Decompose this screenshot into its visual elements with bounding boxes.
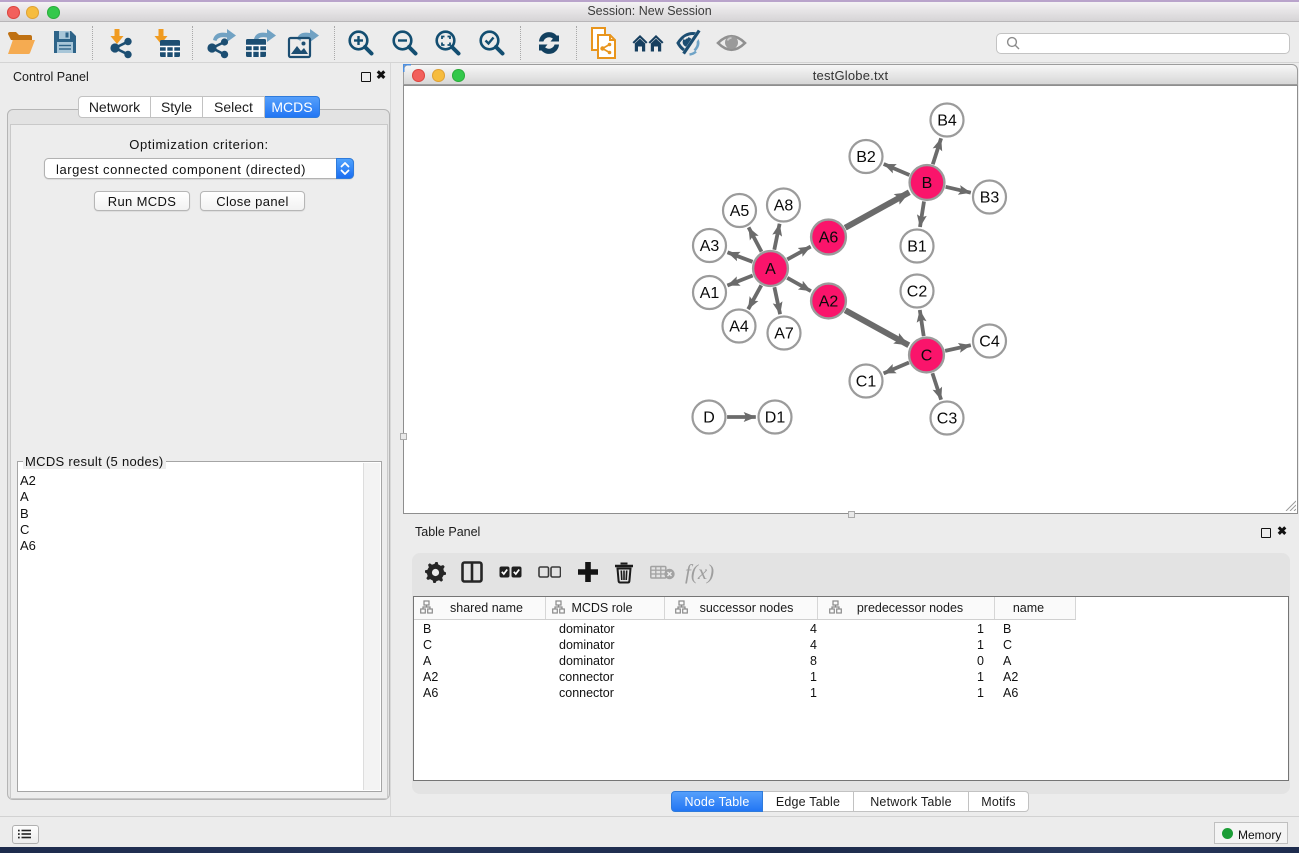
svg-text:C3: C3 bbox=[937, 410, 958, 427]
svg-text:C2: C2 bbox=[907, 283, 928, 300]
svg-text:D1: D1 bbox=[765, 409, 786, 426]
svg-text:B3: B3 bbox=[980, 189, 1000, 206]
svg-text:B4: B4 bbox=[937, 112, 957, 129]
svg-text:A2: A2 bbox=[819, 293, 839, 310]
svg-text:A: A bbox=[765, 261, 776, 278]
svg-text:C4: C4 bbox=[979, 333, 1000, 350]
svg-text:B1: B1 bbox=[907, 238, 927, 255]
svg-text:B2: B2 bbox=[856, 149, 876, 166]
svg-text:A3: A3 bbox=[700, 238, 720, 255]
svg-text:A1: A1 bbox=[700, 285, 720, 302]
svg-text:A6: A6 bbox=[819, 229, 839, 246]
svg-text:A4: A4 bbox=[729, 318, 749, 335]
svg-text:C1: C1 bbox=[856, 373, 877, 390]
svg-text:D: D bbox=[703, 409, 715, 426]
svg-text:B: B bbox=[922, 175, 933, 192]
svg-text:A8: A8 bbox=[774, 197, 794, 214]
svg-text:C: C bbox=[921, 347, 933, 364]
svg-text:A7: A7 bbox=[774, 325, 794, 342]
svg-text:A5: A5 bbox=[730, 203, 750, 220]
